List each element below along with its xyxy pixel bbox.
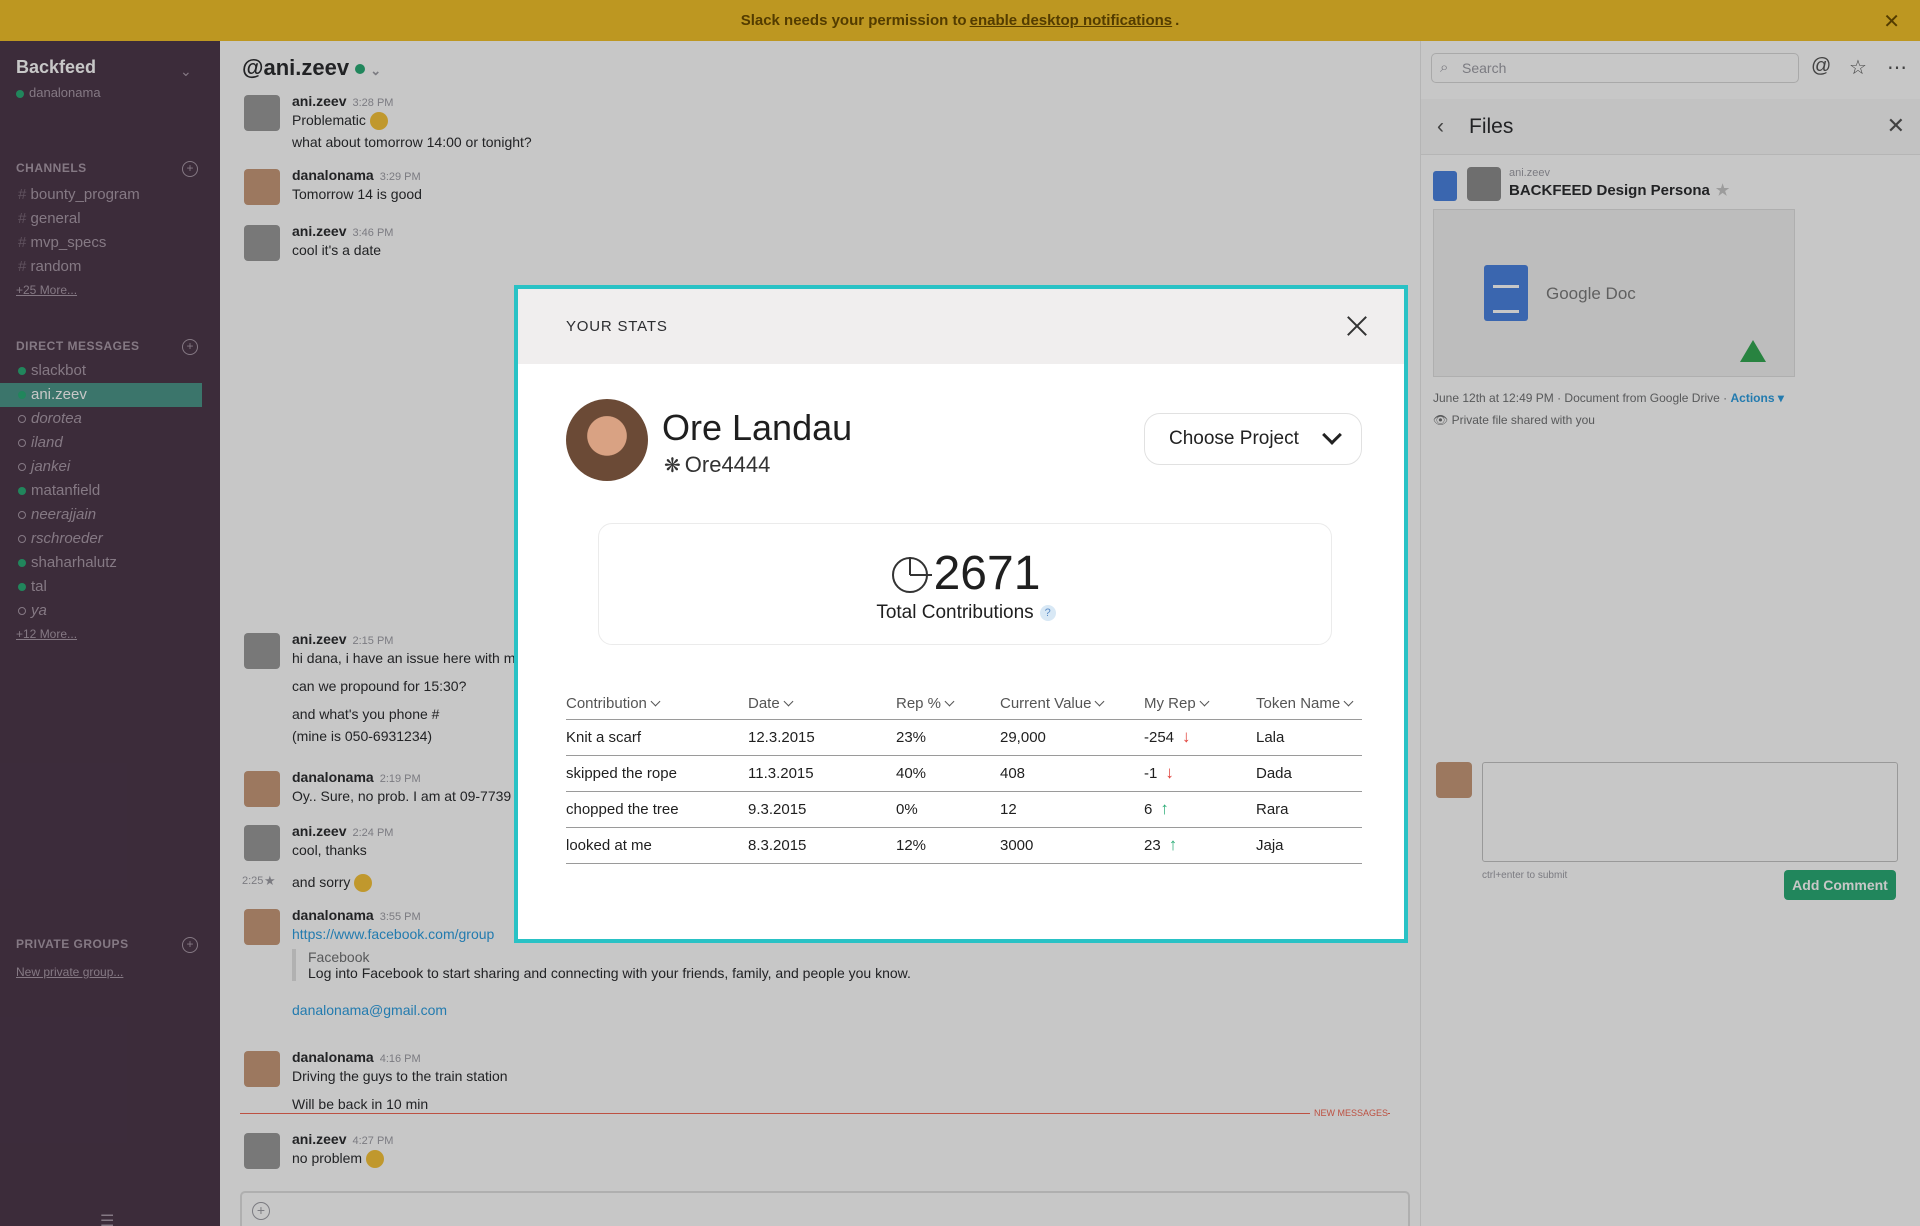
column-label: Rep % (896, 695, 942, 713)
my-rep-value: 6 (1144, 801, 1153, 818)
cell-token: Jaja (1256, 827, 1362, 864)
column-header-rep-pct[interactable]: Rep % (896, 689, 1000, 720)
cell-current-value: 408 (1000, 755, 1144, 792)
total-value: 2671 (599, 546, 1333, 601)
user-name: Ore Landau (662, 407, 853, 448)
cell-rep-pct: 40% (896, 755, 1000, 792)
column-header-my-rep[interactable]: My Rep (1144, 689, 1256, 720)
trend-down-icon: ↓ (1182, 727, 1191, 746)
column-header-current-value[interactable]: Current Value (1000, 689, 1144, 720)
cell-current-value: 29,000 (1000, 719, 1144, 756)
cell-rep-pct: 0% (896, 791, 1000, 828)
cell-date: 9.3.2015 (748, 791, 896, 828)
total-label-text: Total Contributions (876, 602, 1034, 623)
column-label: Date (748, 695, 780, 713)
sort-chevron-icon (1199, 696, 1210, 707)
cell-token: Dada (1256, 755, 1362, 792)
column-label: My Rep (1144, 695, 1196, 713)
column-header-date[interactable]: Date (748, 689, 896, 720)
contributions-table: Contribution Date Rep % Current Value My… (566, 689, 1362, 864)
user-handle: ❋ Ore4444 (664, 452, 770, 478)
table-row[interactable]: looked at me 8.3.2015 12% 3000 23 ↑ Jaja (566, 827, 1362, 864)
column-label: Contribution (566, 695, 647, 713)
cell-contribution: Knit a scarf (566, 719, 748, 756)
table-row[interactable]: skipped the rope 11.3.2015 40% 408 -1 ↓ D… (566, 755, 1362, 792)
help-icon[interactable]: ? (1039, 605, 1056, 621)
sort-chevron-icon (944, 696, 955, 707)
column-header-token-name[interactable]: Token Name (1256, 689, 1362, 720)
column-label: Token Name (1256, 695, 1341, 713)
cell-contribution: skipped the rope (566, 755, 748, 792)
trend-up-icon: ↑ (1160, 799, 1169, 818)
column-label: Current Value (1000, 695, 1092, 713)
cell-date: 8.3.2015 (748, 827, 896, 864)
cell-current-value: 3000 (1000, 827, 1144, 864)
total-contributions-card: 2671 Total Contributions? (598, 523, 1332, 645)
cell-my-rep: -1 ↓ (1144, 755, 1256, 792)
my-rep-value: -254 (1144, 729, 1175, 746)
total-value-text: 2671 (933, 547, 1041, 600)
cell-token: Lala (1256, 719, 1362, 756)
avatar (566, 399, 648, 481)
my-rep-value: 23 (1144, 837, 1161, 854)
close-icon[interactable] (1346, 315, 1368, 337)
modal-header: YOUR STATS (518, 289, 1404, 364)
chevron-down-icon (1322, 425, 1342, 445)
table-row[interactable]: Knit a scarf 12.3.2015 23% 29,000 -254 ↓ … (566, 719, 1362, 756)
cell-contribution: chopped the tree (566, 791, 748, 828)
choose-project-dropdown[interactable]: Choose Project (1144, 413, 1362, 465)
cell-date: 11.3.2015 (748, 755, 896, 792)
sort-chevron-icon (1343, 696, 1354, 707)
cell-current-value: 12 (1000, 791, 1144, 828)
cell-date: 12.3.2015 (748, 719, 896, 756)
sort-chevron-icon (650, 696, 661, 707)
sort-chevron-icon (783, 696, 794, 707)
choose-project-label: Choose Project (1169, 428, 1299, 449)
sort-chevron-icon (1094, 696, 1105, 707)
cell-token: Rara (1256, 791, 1362, 828)
cell-contribution: looked at me (566, 827, 748, 864)
cell-rep-pct: 23% (896, 719, 1000, 756)
total-label: Total Contributions? (599, 602, 1333, 624)
my-rep-value: -1 (1144, 765, 1158, 782)
cell-my-rep: 6 ↑ (1144, 791, 1256, 828)
trend-up-icon: ↑ (1168, 835, 1178, 854)
table-row[interactable]: chopped the tree 9.3.2015 0% 12 6 ↑ Rara (566, 791, 1362, 828)
cell-my-rep: -254 ↓ (1144, 719, 1256, 756)
stats-modal: YOUR STATS Ore Landau ❋ Ore4444 Choose Pr… (514, 285, 1408, 943)
cell-rep-pct: 12% (896, 827, 1000, 864)
modal-title: YOUR STATS (566, 318, 668, 335)
cell-my-rep: 23 ↑ (1144, 827, 1256, 864)
column-header-contribution[interactable]: Contribution (566, 689, 748, 720)
pie-chart-icon (891, 557, 932, 593)
trend-down-icon: ↓ (1165, 763, 1174, 782)
table-header-row: Contribution Date Rep % Current Value My… (566, 689, 1362, 720)
user-handle-text: Ore4444 (684, 452, 771, 477)
gear-icon: ❋ (664, 455, 681, 477)
